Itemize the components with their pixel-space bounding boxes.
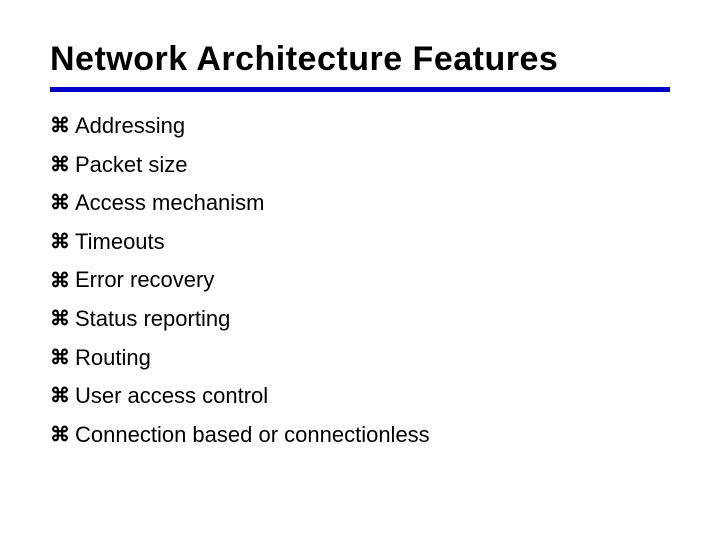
list-item: ⌘ Status reporting bbox=[50, 305, 670, 334]
list-item: ⌘ Connection based or connectionless bbox=[50, 421, 670, 450]
list-item: ⌘ User access control bbox=[50, 382, 670, 411]
bullet-text: Addressing bbox=[75, 112, 185, 141]
bullet-icon: ⌘ bbox=[50, 113, 67, 139]
bullet-text: User access control bbox=[75, 382, 268, 411]
bullet-text: Error recovery bbox=[75, 266, 214, 295]
bullet-icon: ⌘ bbox=[50, 268, 67, 294]
bullet-text: Connection based or connectionless bbox=[75, 421, 430, 450]
slide-title: Network Architecture Features bbox=[50, 40, 670, 79]
list-item: ⌘ Timeouts bbox=[50, 228, 670, 257]
list-item: ⌘ Packet size bbox=[50, 151, 670, 180]
bullet-text: Packet size bbox=[75, 151, 188, 180]
bullet-list: ⌘ Addressing ⌘ Packet size ⌘ Access mech… bbox=[50, 112, 670, 449]
bullet-icon: ⌘ bbox=[50, 306, 67, 332]
bullet-text: Access mechanism bbox=[75, 189, 265, 218]
list-item: ⌘ Addressing bbox=[50, 112, 670, 141]
bullet-text: Routing bbox=[75, 344, 151, 373]
bullet-text: Status reporting bbox=[75, 305, 230, 334]
bullet-text: Timeouts bbox=[75, 228, 165, 257]
bullet-icon: ⌘ bbox=[50, 345, 67, 371]
bullet-icon: ⌘ bbox=[50, 229, 67, 255]
list-item: ⌘ Access mechanism bbox=[50, 189, 670, 218]
bullet-icon: ⌘ bbox=[50, 422, 67, 448]
list-item: ⌘ Routing bbox=[50, 344, 670, 373]
bullet-icon: ⌘ bbox=[50, 152, 67, 178]
bullet-icon: ⌘ bbox=[50, 190, 67, 216]
list-item: ⌘ Error recovery bbox=[50, 266, 670, 295]
title-underline bbox=[50, 87, 670, 92]
bullet-icon: ⌘ bbox=[50, 383, 67, 409]
